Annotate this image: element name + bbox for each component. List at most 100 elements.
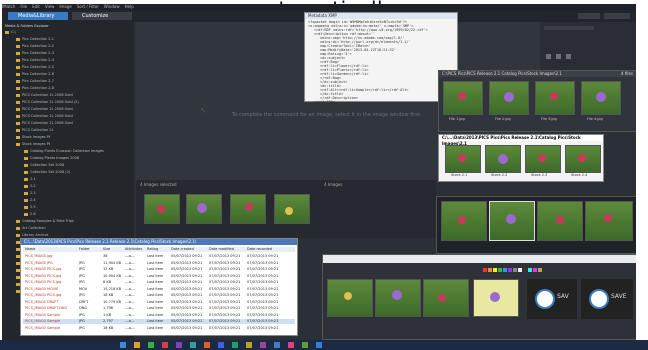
tree-item[interactable]: Catalog Samples & Field Trips [16,219,74,223]
taskbar-app-icon[interactable] [246,342,252,348]
color-label-swatch[interactable] [518,268,522,272]
table-row[interactable]: PICS_IMAG0 PICS.jpg JPG 18 KB ---a--- Last i… [23,293,295,298]
tree-item[interactable]: PICS Collection 2L 2008 Gold [16,114,73,118]
color-label-swatch[interactable] [503,268,507,272]
taskbar-app-icon[interactable] [274,342,280,348]
taskbar-app-icon[interactable] [260,342,266,348]
tree-item[interactable]: Pics Collection 2-8 [16,86,54,90]
viewer-thumbnail[interactable] [581,81,621,115]
browser-image[interactable] [327,279,373,317]
color-label-swatch[interactable] [508,268,512,272]
menu-item[interactable]: Help [125,4,134,9]
taskbar-app-icon[interactable] [204,342,210,348]
taskbar-app-icon[interactable] [134,342,140,348]
tree-item[interactable]: PICS Collection 2L 2008 Gold [16,121,73,125]
taskbar-app-icon[interactable] [232,342,238,348]
column-header[interactable]: Date recorded [247,247,272,251]
tree-item[interactable]: PICS Collection 2L 2008 Gold [16,93,73,97]
color-label-swatch[interactable] [493,268,497,272]
viewer-thumbnail[interactable] [443,81,483,115]
menu-item[interactable]: Edit [32,4,40,9]
strip-thumbnail[interactable] [186,194,222,224]
tree-item[interactable]: 2.3 [24,191,36,195]
taskbar-app-icon[interactable] [288,342,294,348]
tree-item[interactable]: Collection Set 2008 [24,163,64,167]
column-header[interactable]: Size [103,247,110,251]
logo-thumbnail[interactable]: SAV [527,279,577,319]
viewer-thumbnail[interactable] [535,81,575,115]
table-row[interactable]: PICS_IMAG0 Sample JPG 18 KB ---a--- Last ite… [23,326,295,331]
taskbar-app-icon[interactable] [162,342,168,348]
preview-image[interactable] [537,201,583,241]
color-label-swatch[interactable] [513,268,517,272]
tool-icon[interactable] [566,54,571,59]
tree-item[interactable]: Stock Images Pt [16,142,50,146]
browser-image[interactable] [375,279,421,317]
column-header[interactable]: Rating [147,247,158,251]
tree-item[interactable]: Pics Collection 2-2 [16,44,54,48]
taskbar-app-icon[interactable] [316,342,322,348]
color-label-swatch[interactable] [498,268,502,272]
taskbar-app-icon[interactable] [148,342,154,348]
tree-item[interactable]: Pics Collection 2-1 [16,37,54,41]
column-header[interactable]: Date created [171,247,194,251]
preview-image[interactable] [585,201,633,241]
menu-item[interactable]: View [45,4,55,9]
tree-item[interactable]: 2.2 [24,184,36,188]
menu-item[interactable]: File [20,4,27,9]
table-row[interactable]: PICS_IMAG0 MOVIE MOV 15,218 KB ---a--- Last … [23,287,295,292]
taskbar-app-icon[interactable] [190,342,196,348]
tree-item[interactable]: Art Collection [16,226,46,230]
color-label-swatch[interactable] [483,268,487,272]
preview-image[interactable] [441,201,487,241]
table-row[interactable]: PICS_IMAG0 DRAFT.DNG DNG 1,796 ---a--- Last … [23,306,295,311]
tree-item[interactable]: PICS Collection 2L 2008 Gold [16,107,73,111]
table-row[interactable]: PICS_IMAG0 PICS.jpg JPG 10,904 KB ---a--- La… [23,274,295,279]
viewer2-thumbnail[interactable] [565,145,601,173]
tree-item[interactable]: Pics Collection 2-7 [16,79,54,83]
table-row[interactable]: PICS_IMAG0 DRAFT DRFT 10,779 KB ---a--- Last… [23,300,295,305]
menu-item[interactable]: IMatch [2,4,15,9]
tree-item[interactable]: C:\ [5,30,16,34]
taskbar-app-icon[interactable] [120,342,126,348]
taskbar-app-icon[interactable] [302,342,308,348]
viewer2-thumbnail[interactable] [485,145,521,173]
tree-item[interactable]: Collection Set 2008 (2) [24,170,70,174]
tool-icon[interactable] [556,54,561,59]
tree-item[interactable]: Library Archive [16,233,48,237]
column-header[interactable]: Date modified [209,247,234,251]
tree-item[interactable]: 2.5 [24,205,36,209]
viewer-thumbnail[interactable] [489,81,529,115]
strip-thumbnail[interactable] [144,194,180,224]
tree-item[interactable]: PICS Collection 2L [16,128,54,132]
viewer2-thumbnail[interactable] [445,145,481,173]
tree-item[interactable]: Pics Collection 2-4 [16,58,54,62]
color-label-swatch[interactable] [528,268,532,272]
color-label-swatch[interactable] [533,268,537,272]
menu-item[interactable]: Image [59,4,72,9]
table-row[interactable]: PICS_IMAG0 JPG JPG 11,904 KB ---a--- Last it… [23,261,295,266]
tree-item[interactable]: Pics Collection 2-6 [16,72,54,76]
taskbar-app-icon[interactable] [176,342,182,348]
table-row[interactable]: PICS_IMAG0 PICS.jpg JPG 12 KB ---a--- Last i… [23,267,295,272]
tool-icon[interactable] [546,54,551,59]
column-header[interactable]: Folder [79,247,90,251]
panel-button[interactable] [578,13,600,19]
table-row[interactable]: PICS_IMAG0 PICS.jpg JPG 8 KB ---a--- Last it… [23,280,295,285]
logo-thumbnail[interactable]: SAVE [581,279,633,319]
preview-image[interactable] [489,201,535,241]
color-label-swatch[interactable] [523,268,527,272]
color-label-swatch[interactable] [538,268,542,272]
strip-thumbnail[interactable] [274,194,310,224]
tree-item[interactable]: 2.1 [24,177,36,181]
browser-image[interactable] [423,279,469,317]
viewer2-thumbnail[interactable] [525,145,561,173]
tree-item[interactable]: Pics Collection 2-5 [16,65,54,69]
tree-item[interactable]: PICS Collection 2L 2008 Gold (2) [16,100,79,104]
table-row[interactable]: PICS_IMAG0 Sample JPG 2,797 ---a--- Last ite… [23,319,295,324]
tree-item[interactable]: Stock Images Pt [16,135,50,139]
taskbar-app-icon[interactable] [218,342,224,348]
table-row[interactable]: PICS_IMAG0 Sample JPG 1 KB ---a--- Last item… [23,313,295,318]
tab-customize[interactable]: Customize [72,12,132,20]
table-row[interactable]: PICS_IMAG0.jpg 38 ---a--- Last item 05/07/20… [23,254,295,259]
